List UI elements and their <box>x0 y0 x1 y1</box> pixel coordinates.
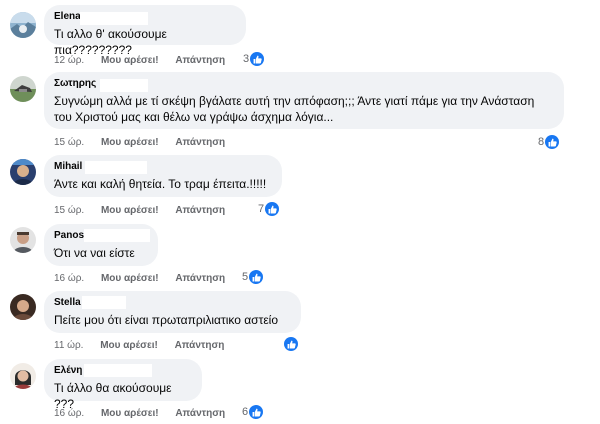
reaction-count: 6 <box>242 406 249 418</box>
thumbs-up-icon <box>265 202 280 216</box>
reaction-count: 8 <box>538 136 545 148</box>
reply-button[interactable]: Απάντηση <box>175 137 225 148</box>
avatar[interactable] <box>10 159 36 185</box>
comment-timestamp[interactable]: 16 ώρ. <box>54 273 84 284</box>
comment-timestamp[interactable]: 16 ώρ. <box>54 408 84 419</box>
comment-actions: 11 ώρ. Μου αρέσει! Απάντηση <box>54 340 224 352</box>
reply-button[interactable]: Απάντηση <box>175 273 225 284</box>
reply-button[interactable]: Απάντηση <box>175 408 225 419</box>
like-button[interactable]: Μου αρέσει! <box>101 137 159 148</box>
redaction-bar <box>100 79 148 92</box>
avatar[interactable] <box>10 227 36 253</box>
comment-feed: Elena Τι αλλο θ' ακούσουμε πια????????? … <box>0 0 600 424</box>
comment-actions: 16 ώρ. Μου αρέσει! Απάντηση <box>54 273 225 285</box>
reaction-summary[interactable]: 3 <box>243 52 265 66</box>
thumbs-up-icon <box>250 52 265 66</box>
avatar[interactable] <box>10 294 36 320</box>
like-button[interactable]: Μου αρέσει! <box>101 205 159 216</box>
redaction-bar <box>84 229 150 242</box>
comment-timestamp[interactable]: 15 ώρ. <box>54 205 84 216</box>
thumbs-up-icon <box>249 405 264 419</box>
thumbs-up-icon <box>249 270 264 284</box>
like-button[interactable]: Μου αρέσει! <box>101 408 159 419</box>
thumbs-up-icon <box>545 135 560 149</box>
redaction-bar <box>80 12 148 25</box>
redaction-bar <box>82 296 126 309</box>
comment-text: Τι αλλο θ' ακούσουμε πια????????? <box>54 27 167 57</box>
comment-actions: 16 ώρ. Μου αρέσει! Απάντηση <box>54 408 225 420</box>
comment-bubble: Mihail Άντε και καλή θητεία. Το τραμ έπε… <box>44 155 282 197</box>
reaction-summary[interactable]: 6 <box>242 405 264 419</box>
reaction-summary[interactable]: 8 <box>538 135 560 149</box>
comment-timestamp[interactable]: 12 ώρ. <box>54 55 84 66</box>
like-button[interactable]: Μου αρέσει! <box>101 273 159 284</box>
like-button[interactable]: Μου αρέσει! <box>101 55 159 66</box>
comment-text: Ότι να ναι είστε <box>54 246 135 260</box>
like-button[interactable]: Μου αρέσει! <box>100 340 158 351</box>
comment-text: Πείτε μου ότι είναι πρωταπριλιατικο αστε… <box>54 313 279 327</box>
thumbs-up-icon <box>284 337 298 351</box>
comment-text: Άντε και καλή θητεία. Το τραμ έπειτα.!!!… <box>54 177 267 191</box>
reaction-count: 3 <box>243 53 250 65</box>
reply-button[interactable]: Απάντηση <box>175 205 225 216</box>
reaction-summary[interactable] <box>283 337 298 351</box>
comment-timestamp[interactable]: 11 ώρ. <box>54 340 83 351</box>
avatar[interactable] <box>10 76 36 102</box>
reaction-count: 7 <box>258 203 265 215</box>
comment-actions: 12 ώρ. Μου αρέσει! Απάντηση <box>54 55 225 67</box>
comment-actions: 15 ώρ. Μου αρέσει! Απάντηση <box>54 205 225 217</box>
reply-button[interactable]: Απάντηση <box>175 55 225 66</box>
reaction-summary[interactable]: 7 <box>258 202 280 216</box>
comment-actions: 15 ώρ. Μου αρέσει! Απάντηση <box>54 137 225 149</box>
comment-timestamp[interactable]: 15 ώρ. <box>54 137 84 148</box>
avatar[interactable] <box>10 12 36 38</box>
reaction-count: 5 <box>242 271 249 283</box>
redaction-bar <box>84 364 152 377</box>
comment-text: Συγνώμη αλλά με τί σκέψη βγάλατε αυτή τη… <box>54 94 535 124</box>
redaction-bar <box>85 161 147 174</box>
reaction-summary[interactable]: 5 <box>242 270 264 284</box>
reply-button[interactable]: Απάντηση <box>175 340 225 351</box>
comment-bubble: Elena Τι αλλο θ' ακούσουμε πια????????? <box>44 5 246 57</box>
avatar[interactable] <box>10 363 36 389</box>
